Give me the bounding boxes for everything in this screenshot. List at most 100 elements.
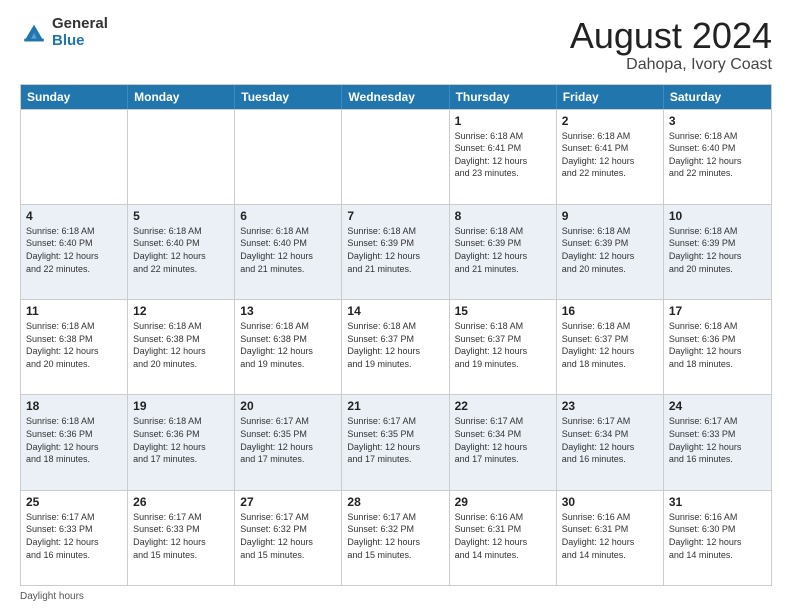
day-number: 10	[669, 209, 766, 223]
cell-info: Sunrise: 6:17 AM Sunset: 6:32 PM Dayligh…	[347, 511, 443, 561]
day-number: 22	[455, 399, 551, 413]
cal-cell: 6 Sunrise: 6:18 AM Sunset: 6:40 PM Daylig…	[235, 205, 342, 299]
cell-info: Sunrise: 6:16 AM Sunset: 6:30 PM Dayligh…	[669, 511, 766, 561]
cell-info: Sunrise: 6:16 AM Sunset: 6:31 PM Dayligh…	[562, 511, 658, 561]
day-number: 2	[562, 114, 658, 128]
cal-header-cell: Sunday	[21, 85, 128, 109]
cal-cell: 21Sunrise: 6:17 AM Sunset: 6:35 PM Dayli…	[342, 395, 449, 489]
day-number: 11	[26, 304, 122, 318]
cal-cell	[128, 110, 235, 204]
cell-info: Sunrise: 6:18 AM Sunset: 6:37 PM Dayligh…	[455, 320, 551, 370]
cell-info: Sunrise: 6:18 AM Sunset: 6:39 PM Dayligh…	[455, 225, 551, 275]
day-number: 13	[240, 304, 336, 318]
title-block: August 2024 Dahopa, Ivory Coast	[570, 16, 772, 74]
day-number: 14	[347, 304, 443, 318]
logo-general: General	[52, 16, 108, 33]
cal-cell	[235, 110, 342, 204]
day-number: 16	[562, 304, 658, 318]
calendar: SundayMondayTuesdayWednesdayThursdayFrid…	[20, 84, 772, 586]
cal-cell: 19 Sunrise: 6:18 AM Sunset: 6:36 PM Dayli…	[128, 395, 235, 489]
header: General Blue August 2024 Dahopa, Ivory C…	[20, 16, 772, 74]
cal-row: 4 Sunrise: 6:18 AM Sunset: 6:40 PM Daylig…	[21, 204, 771, 299]
cell-info: Sunrise: 6:18 AM Sunset: 6:40 PM Dayligh…	[133, 225, 229, 275]
cal-cell: 15 Sunrise: 6:18 AM Sunset: 6:37 PM Dayli…	[450, 300, 557, 394]
day-number: 27	[240, 495, 336, 509]
cell-info: Sunrise: 6:18 AM Sunset: 6:38 PM Dayligh…	[240, 320, 336, 370]
cell-info: Sunrise: 6:17 AM Sunset: 6:33 PM Dayligh…	[26, 511, 122, 561]
cell-info: Sunrise: 6:17 AM Sunset: 6:33 PM Dayligh…	[669, 415, 766, 465]
cal-cell: 8Sunrise: 6:18 AM Sunset: 6:39 PM Daylig…	[450, 205, 557, 299]
cell-info: Sunrise: 6:17 AM Sunset: 6:34 PM Dayligh…	[455, 415, 551, 465]
cal-cell: 16Sunrise: 6:18 AM Sunset: 6:37 PM Dayli…	[557, 300, 664, 394]
cal-cell: 4 Sunrise: 6:18 AM Sunset: 6:40 PM Daylig…	[21, 205, 128, 299]
cal-cell: 1Sunrise: 6:18 AM Sunset: 6:41 PM Daylig…	[450, 110, 557, 204]
cell-info: Sunrise: 6:18 AM Sunset: 6:41 PM Dayligh…	[562, 130, 658, 180]
cal-cell: 31Sunrise: 6:16 AM Sunset: 6:30 PM Dayli…	[664, 491, 771, 585]
cell-info: Sunrise: 6:18 AM Sunset: 6:40 PM Dayligh…	[240, 225, 336, 275]
location-title: Dahopa, Ivory Coast	[570, 56, 772, 74]
cal-header-cell: Wednesday	[342, 85, 449, 109]
cell-info: Sunrise: 6:17 AM Sunset: 6:34 PM Dayligh…	[562, 415, 658, 465]
cell-info: Sunrise: 6:18 AM Sunset: 6:38 PM Dayligh…	[133, 320, 229, 370]
cal-cell: 9Sunrise: 6:18 AM Sunset: 6:39 PM Daylig…	[557, 205, 664, 299]
cal-cell: 23Sunrise: 6:17 AM Sunset: 6:34 PM Dayli…	[557, 395, 664, 489]
cal-cell: 30 Sunrise: 6:16 AM Sunset: 6:31 PM Dayli…	[557, 491, 664, 585]
calendar-header: SundayMondayTuesdayWednesdayThursdayFrid…	[21, 85, 771, 109]
cal-cell: 12 Sunrise: 6:18 AM Sunset: 6:38 PM Dayli…	[128, 300, 235, 394]
cal-cell: 22 Sunrise: 6:17 AM Sunset: 6:34 PM Dayli…	[450, 395, 557, 489]
cal-cell: 14Sunrise: 6:18 AM Sunset: 6:37 PM Dayli…	[342, 300, 449, 394]
month-title: August 2024	[570, 16, 772, 56]
cell-info: Sunrise: 6:18 AM Sunset: 6:36 PM Dayligh…	[133, 415, 229, 465]
cal-header-cell: Saturday	[664, 85, 771, 109]
cell-info: Sunrise: 6:17 AM Sunset: 6:35 PM Dayligh…	[240, 415, 336, 465]
cell-info: Sunrise: 6:18 AM Sunset: 6:40 PM Dayligh…	[669, 130, 766, 180]
day-number: 17	[669, 304, 766, 318]
day-number: 29	[455, 495, 551, 509]
day-number: 18	[26, 399, 122, 413]
day-number: 4	[26, 209, 122, 223]
logo-blue: Blue	[52, 33, 108, 50]
cal-cell: 20 Sunrise: 6:17 AM Sunset: 6:35 PM Dayli…	[235, 395, 342, 489]
cal-header-cell: Monday	[128, 85, 235, 109]
logo-text: General Blue	[52, 16, 108, 49]
cal-cell: 11Sunrise: 6:18 AM Sunset: 6:38 PM Dayli…	[21, 300, 128, 394]
cell-info: Sunrise: 6:18 AM Sunset: 6:39 PM Dayligh…	[669, 225, 766, 275]
cal-cell: 25Sunrise: 6:17 AM Sunset: 6:33 PM Dayli…	[21, 491, 128, 585]
cal-cell: 7Sunrise: 6:18 AM Sunset: 6:39 PM Daylig…	[342, 205, 449, 299]
day-number: 24	[669, 399, 766, 413]
cal-row: 11 Sunrise: 6:18 AM Sunset: 6:38 PM Dayli…	[21, 299, 771, 394]
cal-cell	[21, 110, 128, 204]
cal-cell: 3 Sunrise: 6:18 AM Sunset: 6:40 PM Daylig…	[664, 110, 771, 204]
day-number: 12	[133, 304, 229, 318]
cal-cell: 27 Sunrise: 6:17 AM Sunset: 6:32 PM Dayli…	[235, 491, 342, 585]
cell-info: Sunrise: 6:18 AM Sunset: 6:36 PM Dayligh…	[26, 415, 122, 465]
cell-info: Sunrise: 6:17 AM Sunset: 6:33 PM Dayligh…	[133, 511, 229, 561]
logo: General Blue	[20, 16, 108, 49]
day-number: 5	[133, 209, 229, 223]
cell-info: Sunrise: 6:17 AM Sunset: 6:32 PM Dayligh…	[240, 511, 336, 561]
day-number: 30	[562, 495, 658, 509]
day-number: 6	[240, 209, 336, 223]
cal-cell	[342, 110, 449, 204]
cal-header-cell: Tuesday	[235, 85, 342, 109]
cal-cell: 24 Sunrise: 6:17 AM Sunset: 6:33 PM Dayli…	[664, 395, 771, 489]
day-number: 20	[240, 399, 336, 413]
cell-info: Sunrise: 6:17 AM Sunset: 6:35 PM Dayligh…	[347, 415, 443, 465]
cal-cell: 26 Sunrise: 6:17 AM Sunset: 6:33 PM Dayli…	[128, 491, 235, 585]
cell-info: Sunrise: 6:18 AM Sunset: 6:39 PM Dayligh…	[562, 225, 658, 275]
cal-header-cell: Friday	[557, 85, 664, 109]
day-number: 7	[347, 209, 443, 223]
cal-cell: 13 Sunrise: 6:18 AM Sunset: 6:38 PM Dayli…	[235, 300, 342, 394]
day-number: 28	[347, 495, 443, 509]
cal-row: 18 Sunrise: 6:18 AM Sunset: 6:36 PM Dayli…	[21, 394, 771, 489]
cell-info: Sunrise: 6:18 AM Sunset: 6:36 PM Dayligh…	[669, 320, 766, 370]
day-number: 19	[133, 399, 229, 413]
cal-cell: 17 Sunrise: 6:18 AM Sunset: 6:36 PM Dayli…	[664, 300, 771, 394]
day-number: 3	[669, 114, 766, 128]
cal-cell: 18 Sunrise: 6:18 AM Sunset: 6:36 PM Dayli…	[21, 395, 128, 489]
day-number: 15	[455, 304, 551, 318]
page: General Blue August 2024 Dahopa, Ivory C…	[0, 0, 792, 612]
calendar-body: 1Sunrise: 6:18 AM Sunset: 6:41 PM Daylig…	[21, 109, 771, 585]
cell-info: Sunrise: 6:18 AM Sunset: 6:40 PM Dayligh…	[26, 225, 122, 275]
day-number: 26	[133, 495, 229, 509]
